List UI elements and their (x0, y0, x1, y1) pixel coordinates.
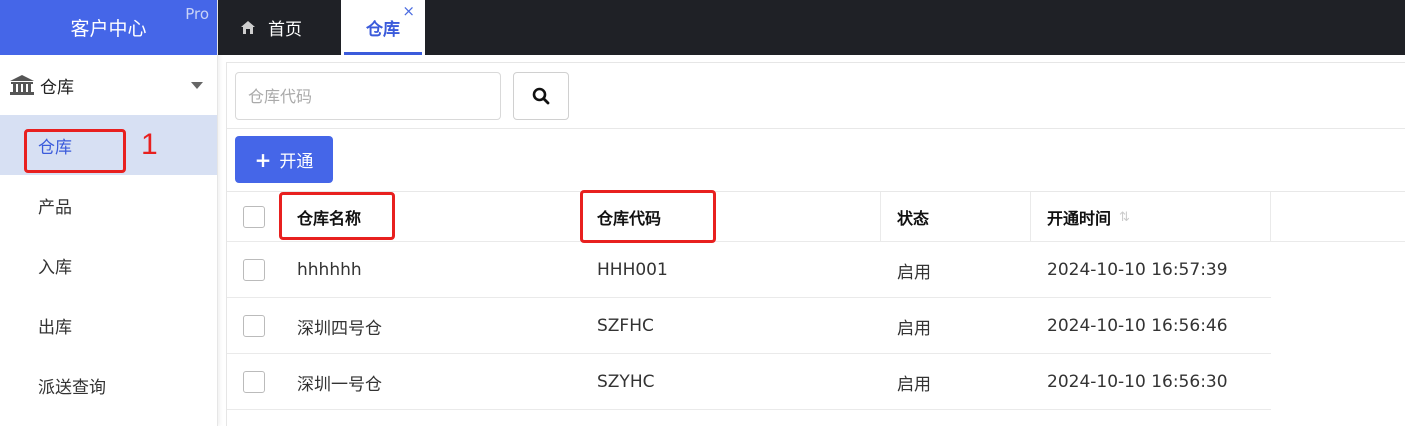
plus-icon: + (254, 147, 272, 172)
column-header-status: 状态 (881, 192, 1031, 242)
bank-icon (10, 75, 34, 95)
app-logo[interactable]: 客户中心 Pro (0, 0, 217, 55)
search-button[interactable] (513, 72, 569, 120)
sidebar-item-label: 入库 (38, 257, 72, 278)
caret-down-icon[interactable] (191, 82, 203, 89)
cell-open-time: 2024-10-10 16:57:39 (1047, 260, 1228, 280)
main-content: + 开通 仓库名称 仓库代码 状态 开通时间 ⇅ (226, 62, 1405, 426)
cell-status: 启用 (897, 318, 931, 339)
warehouse-table: 仓库名称 仓库代码 状态 开通时间 ⇅ hhhhhh HHH001 启用 202… (227, 192, 1405, 410)
select-all-checkbox[interactable] (243, 206, 265, 228)
open-button[interactable]: + 开通 (235, 136, 333, 183)
sidebar-item-outbound[interactable]: 出库 (0, 295, 217, 355)
column-header-open-time[interactable]: 开通时间 ⇅ (1031, 192, 1271, 242)
cell-open-time: 2024-10-10 16:56:46 (1047, 316, 1228, 336)
table-row: hhhhhh HHH001 启用 2024-10-10 16:57:39 (227, 242, 1271, 298)
tab-label: 首页 (268, 20, 302, 40)
sidebar-group-warehouse[interactable]: 仓库 (0, 55, 217, 115)
cell-name: hhhhhh (297, 260, 362, 280)
row-select (227, 354, 281, 410)
annotation-box-code-column (580, 190, 716, 243)
annotation-box-sidebar-warehouse (24, 129, 126, 173)
tab-label: 仓库 (366, 20, 400, 40)
home-icon (241, 21, 255, 34)
close-icon[interactable]: × (402, 2, 415, 20)
table-row: 深圳四号仓 SZFHC 启用 2024-10-10 16:56:46 (227, 298, 1271, 354)
row-checkbox[interactable] (243, 315, 265, 337)
sidebar-item-products[interactable]: 产品 (0, 175, 217, 235)
sort-icon[interactable]: ⇅ (1119, 210, 1130, 225)
warehouse-code-search-input[interactable] (235, 72, 501, 120)
column-header-label: 开通时间 (1047, 209, 1112, 228)
sidebar-item-inbound[interactable]: 入库 (0, 235, 217, 295)
cell-code: HHH001 (597, 260, 668, 280)
divider (227, 128, 1405, 129)
sidebar-item-label: 出库 (38, 317, 72, 338)
tab-warehouse[interactable]: 仓库 × (341, 0, 425, 55)
cell-name: 深圳四号仓 (297, 318, 382, 339)
table-row: 深圳一号仓 SZYHC 启用 2024-10-10 16:56:30 (227, 354, 1271, 410)
top-tab-bar: 首页 仓库 × (218, 0, 1405, 55)
search-icon (532, 87, 550, 105)
cell-status: 启用 (897, 262, 931, 283)
sidebar-item-delivery-query[interactable]: 派送查询 (0, 355, 217, 415)
sidebar: 客户中心 Pro 仓库 仓库 产品 入库 出库 派送查询 (0, 0, 218, 426)
cell-status: 启用 (897, 374, 931, 395)
tab-home[interactable]: 首页 (218, 0, 333, 55)
row-select (227, 298, 281, 354)
cell-name: 深圳一号仓 (297, 374, 382, 395)
column-header-empty (1271, 192, 1405, 242)
cell-code: SZFHC (597, 316, 654, 336)
sidebar-group-label: 仓库 (40, 77, 74, 98)
column-header-label: 状态 (897, 209, 930, 228)
table-header: 仓库名称 仓库代码 状态 开通时间 ⇅ (227, 192, 1405, 242)
annotation-number: 1 (141, 128, 158, 161)
row-select (227, 242, 281, 298)
app-title: 客户中心 (70, 18, 147, 40)
sidebar-item-label: 产品 (38, 197, 72, 218)
annotation-box-name-column (279, 192, 395, 240)
active-tab-indicator (344, 52, 422, 55)
row-checkbox[interactable] (243, 259, 265, 281)
pro-badge: Pro (185, 5, 209, 23)
cell-code: SZYHC (597, 372, 655, 392)
sidebar-item-label: 派送查询 (38, 377, 106, 398)
row-checkbox[interactable] (243, 371, 265, 393)
header-select-all (227, 192, 281, 242)
cell-open-time: 2024-10-10 16:56:30 (1047, 372, 1228, 392)
app-root: 客户中心 Pro 仓库 仓库 产品 入库 出库 派送查询 首页 仓库 × 仓库代… (0, 0, 1405, 426)
open-button-label: 开通 (279, 152, 314, 172)
